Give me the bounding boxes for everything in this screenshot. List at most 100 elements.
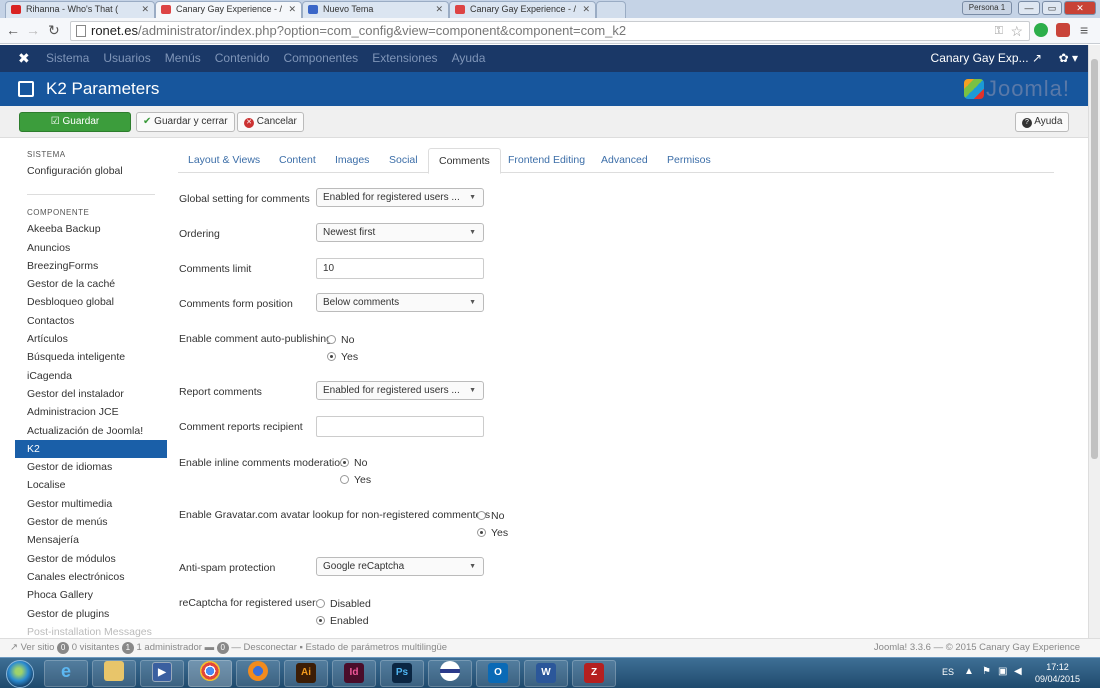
multilang-status-link[interactable]: Estado de parámetros multilingüe [306,642,448,653]
forward-icon[interactable]: → [26,22,40,38]
inline-moderation-no-radio[interactable]: No [340,457,367,469]
menu-componentes[interactable]: Componentes [283,45,358,72]
tab-content[interactable]: Content [279,148,316,174]
reload-icon[interactable]: ↻ [48,22,60,38]
sidebar-item[interactable]: Gestor del instalador [15,385,167,403]
global-setting-select[interactable]: Enabled for registered users ... ▼ [316,188,484,207]
new-tab-button[interactable] [596,1,626,18]
sidebar-item[interactable]: Akeeba Backup [15,220,167,238]
sidebar-item[interactable]: Anuncios [15,239,167,257]
volume-icon[interactable]: ◀ [1014,666,1022,677]
firefox-icon[interactable] [236,660,280,687]
chrome-icon[interactable] [188,660,232,687]
sidebar-item[interactable]: Gestor de idiomas [15,458,167,476]
windows-start-icon[interactable] [6,660,34,688]
indesign-icon[interactable]: Id [332,660,376,687]
flag-icon[interactable]: ⚑ [982,666,991,677]
cancel-button[interactable]: ✕ Cancelar [237,112,304,132]
tab-images[interactable]: Images [335,148,369,174]
url-input[interactable]: ronet.es/administrator/index.php?option=… [70,21,1030,41]
view-site-link[interactable]: ↗ Ver sitio [10,642,54,653]
tab-layout-views[interactable]: Layout & Views [188,148,260,174]
help-button[interactable]: ? Ayuda [1015,112,1070,132]
auto-publish-yes-radio[interactable]: Yes [327,351,358,363]
sidebar-item[interactable]: Artículos [15,330,167,348]
save-button[interactable]: ☑ Guardar [19,112,131,132]
bookmark-star-icon[interactable]: ☆ [1010,22,1023,40]
sidebar-item[interactable]: Gestor de módulos [15,550,167,568]
sidebar-item[interactable]: Gestor de la caché [15,275,167,293]
sidebar-item[interactable]: Contactos [15,312,167,330]
extension-green-icon[interactable] [1034,23,1048,37]
sidebar-item[interactable]: Administracion JCE [15,403,167,421]
word-icon[interactable]: W [524,660,568,687]
menu-extensiones[interactable]: Extensiones [372,45,437,72]
close-window-button[interactable]: ✕ [1064,1,1096,15]
close-icon[interactable]: ✕ [141,2,149,17]
close-icon[interactable]: ✕ [435,2,443,17]
antispam-select[interactable]: Google reCaptcha ▼ [316,557,484,576]
menu-contenido[interactable]: Contenido [215,45,270,72]
language-indicator[interactable]: ES [942,667,954,677]
gravatar-yes-radio[interactable]: Yes [477,527,508,539]
outlook-icon[interactable]: O [476,660,520,687]
auto-publish-no-radio[interactable]: No [327,334,354,346]
ie-icon[interactable]: e [44,660,88,687]
browser-menu-icon[interactable]: ≡ [1080,22,1088,38]
network-icon[interactable]: ▣ [998,666,1007,677]
back-icon[interactable]: ← [6,22,20,38]
recipient-input[interactable] [316,416,484,437]
sidebar-item[interactable]: BreezingForms [15,257,167,275]
menu-usuarios[interactable]: Usuarios [103,45,150,72]
illustrator-icon[interactable]: Ai [284,660,328,687]
sidebar-item[interactable]: Localise [15,476,167,494]
browser-tab-canary-1[interactable]: Canary Gay Experience - / ✕ [155,1,302,18]
sidebar-item-global-config[interactable]: Configuración global [15,162,167,180]
joomla-menu-icon[interactable]: ✖ [18,50,30,67]
inline-moderation-yes-radio[interactable]: Yes [340,474,371,486]
sidebar-item[interactable]: Canales electrónicos [15,568,167,586]
clock[interactable]: 17:12 09/04/2015 [1035,661,1080,685]
report-comments-select[interactable]: Enabled for registered users ... ▼ [316,381,484,400]
filezilla-icon[interactable]: Z [572,660,616,687]
close-icon[interactable]: ✕ [288,2,296,17]
key-icon[interactable]: ⚿ [995,22,1003,40]
save-close-button[interactable]: ✔ Guardar y cerrar [136,112,235,132]
gravatar-no-radio[interactable]: No [477,510,504,522]
recaptcha-enabled-radio[interactable]: Enabled [316,615,369,627]
sidebar-item[interactable]: Gestor de menús [15,513,167,531]
tray-expand-icon[interactable]: ▲ [964,666,974,677]
recaptcha-disabled-radio[interactable]: Disabled [316,598,371,610]
messages-badge[interactable]: 0 [216,642,229,654]
sidebar-item[interactable]: Gestor de plugins [15,605,167,623]
scrollbar-thumb[interactable] [1091,59,1098,459]
comments-limit-input[interactable]: 10 [316,258,484,279]
tab-permisos[interactable]: Permisos [667,148,711,174]
browser-tab-nuevo-tema[interactable]: Nuevo Tema ✕ [302,1,449,18]
sidebar-item[interactable]: Gestor multimedia [15,495,167,513]
form-position-select[interactable]: Below comments ▼ [316,293,484,312]
sidebar-item[interactable]: Mensajería [15,531,167,549]
tab-comments[interactable]: Comments [428,148,501,174]
site-link[interactable]: Canary Gay Exp... ↗ [931,45,1042,72]
extension-red-icon[interactable] [1056,23,1070,37]
media-player-icon[interactable]: ▶ [140,660,184,687]
browser-tab-rihanna[interactable]: Rihanna - Who's That ( ✕ [5,1,155,18]
sidebar-item-k2-active[interactable]: K2 [15,439,167,459]
menu-menus[interactable]: Menús [165,45,201,72]
tab-frontend-editing[interactable]: Frontend Editing [508,148,585,174]
browser-tab-canary-2[interactable]: Canary Gay Experience - / ✕ [449,1,596,18]
close-icon[interactable]: ✕ [582,2,590,17]
menu-ayuda[interactable]: Ayuda [452,45,486,72]
sidebar-item[interactable]: Búsqueda inteligente [15,348,167,366]
sidebar-item[interactable]: iCagenda [15,367,167,385]
file-explorer-icon[interactable] [92,660,136,687]
menu-sistema[interactable]: Sistema [46,45,89,72]
minimize-button[interactable]: — [1018,1,1040,15]
maximize-button[interactable]: ▭ [1042,1,1062,15]
user-gear-icon[interactable]: ✿ ▾ [1059,45,1078,72]
sidebar-item[interactable]: Desbloqueo global [15,293,167,311]
tab-advanced[interactable]: Advanced [601,148,648,174]
logout-link[interactable]: Desconectar [244,642,297,653]
profile-button[interactable]: Persona 1 [962,1,1012,15]
